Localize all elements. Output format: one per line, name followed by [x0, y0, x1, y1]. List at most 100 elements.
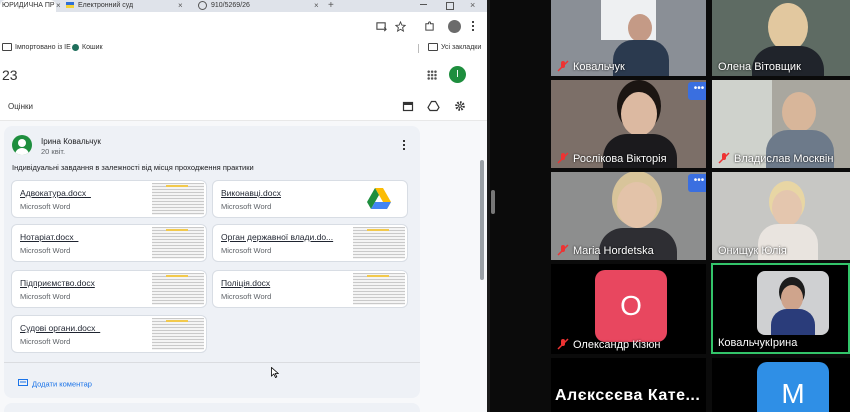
tab-active[interactable]: ЮРИДИЧНА ПР — [0, 0, 56, 12]
page-title: 23 — [2, 67, 18, 83]
bookmark-trash[interactable]: Кошик — [72, 42, 103, 54]
mouse-cursor-icon — [271, 367, 279, 378]
attachment-title: Орган державної влади.do... — [221, 232, 334, 242]
participant-body — [771, 309, 815, 335]
install-app-icon[interactable] — [376, 21, 387, 32]
attachment-card[interactable]: Поліція.docx Microsoft Word — [212, 270, 408, 308]
participant-face — [621, 92, 657, 136]
more-options-button[interactable]: ••• — [688, 174, 706, 192]
user-avatar[interactable]: I — [449, 66, 466, 83]
document-thumbnail — [152, 318, 204, 350]
site-favicon-icon — [72, 43, 79, 51]
participant-initial-avatar: O — [595, 270, 667, 342]
next-post-edge — [4, 403, 420, 412]
muted-mic-icon — [557, 338, 569, 350]
post-author: Ірина Ковальчук — [41, 137, 101, 146]
address-bar-row — [0, 12, 487, 40]
attachment-card[interactable]: Нотаріат.docx_ Microsoft Word — [11, 224, 207, 262]
document-thumbnail — [353, 183, 405, 215]
announcement-post: Ірина Ковальчук 20 квіт. Індивідуальні з… — [4, 126, 420, 398]
author-avatar — [12, 135, 32, 155]
participant-tile[interactable]: ••• Рослікова Вікторія — [551, 80, 706, 168]
divider — [418, 44, 419, 53]
classroom-header: 23 I — [0, 56, 487, 96]
attachment-card[interactable]: Судові органи.docx_ Microsoft Word — [11, 315, 207, 353]
post-menu-icon[interactable] — [403, 140, 405, 150]
participant-initial-avatar: M — [757, 362, 829, 412]
more-options-button[interactable]: ••• — [688, 82, 706, 100]
extensions-icon[interactable] — [424, 21, 435, 32]
attachment-title: Підприємство.docx — [20, 278, 95, 288]
participant-name: Maria Hordetska — [573, 245, 654, 257]
participant-tile[interactable]: Алєксєєва Кате... — [551, 358, 706, 412]
muted-mic-icon — [718, 152, 730, 164]
ukraine-flag-icon — [66, 2, 74, 9]
restore-icon[interactable] — [446, 2, 454, 10]
document-thumbnail — [353, 273, 405, 305]
muted-mic-icon — [557, 60, 569, 72]
participant-tile[interactable]: Онищук Юлія — [712, 172, 850, 260]
attachment-card[interactable]: Підприємство.docx Microsoft Word — [11, 270, 207, 308]
comment-icon — [18, 379, 28, 387]
participant-tile[interactable]: O Олександр Кізюн — [551, 264, 706, 354]
new-tab-button[interactable]: + — [328, 0, 334, 12]
attachment-type: Microsoft Word — [221, 292, 272, 301]
attachment-card[interactable]: Виконавці.docx Microsoft Word — [212, 180, 408, 218]
participant-video — [757, 271, 829, 335]
attachment-card[interactable]: Орган державної влади.do... Microsoft Wo… — [212, 224, 408, 262]
tab-grades[interactable]: Оцінки — [8, 102, 33, 111]
avatar-letter: M — [781, 378, 805, 409]
participant-tile[interactable]: Ковальчук — [551, 0, 706, 76]
bookmark-label: Імпортовано із IE — [15, 44, 71, 51]
split-handle[interactable] — [491, 190, 495, 214]
bookmark-star-icon[interactable] — [395, 21, 406, 32]
folder-icon — [2, 43, 12, 52]
tab-label: ЮРИДИЧНА ПР — [2, 2, 55, 9]
tab-case-number[interactable]: 910/5269/26 — [198, 0, 318, 12]
participant-tile-active-speaker[interactable]: КовальчукІрина — [711, 263, 850, 354]
participant-tile[interactable]: Владислав Москвін — [712, 80, 850, 168]
participant-face — [617, 182, 657, 228]
add-comment-button[interactable]: Додати коментар — [18, 375, 92, 393]
participant-name: Онищук Юлія — [718, 245, 787, 257]
settings-gear-icon[interactable] — [454, 100, 466, 112]
tab-electronic-court[interactable]: Електронний суд — [66, 0, 186, 12]
scrollbar-thumb[interactable] — [480, 160, 484, 280]
attachment-type: Microsoft Word — [20, 202, 71, 211]
participant-face — [628, 14, 652, 42]
menu-dots-icon[interactable] — [472, 21, 474, 32]
calendar-icon[interactable] — [402, 100, 414, 112]
attachment-title: Поліція.docx — [221, 278, 271, 288]
attachment-type: Microsoft Word — [20, 246, 71, 255]
tab-close-icon[interactable]: × — [56, 0, 61, 12]
participant-name-large: Алєксєєва Кате... — [555, 387, 701, 404]
attachment-title: Судові органи.docx_ — [20, 323, 101, 333]
google-drive-icon — [367, 188, 391, 209]
tab-label: Електронний суд — [78, 2, 134, 9]
drive-folder-icon[interactable] — [427, 100, 440, 112]
muted-mic-icon — [557, 152, 569, 164]
bookmark-imported[interactable]: Імпортовано із IE — [2, 42, 71, 54]
participant-tile[interactable]: ••• Maria Hordetska — [551, 172, 706, 260]
document-thumbnail — [353, 227, 405, 259]
participant-face — [781, 285, 803, 311]
close-window-icon[interactable]: × — [470, 0, 475, 10]
attachment-card[interactable]: Адвокатура.docx_ Microsoft Word — [11, 180, 207, 218]
attachment-title: Адвокатура.docx_ — [20, 188, 91, 198]
post-date: 20 квіт. — [41, 147, 66, 156]
participant-tile[interactable]: Олена Вітовщик — [712, 0, 850, 76]
tab-label: 910/5269/26 — [211, 2, 250, 9]
globe-icon — [198, 0, 207, 10]
bookmark-all[interactable]: Усі закладки — [428, 42, 481, 54]
participant-tile[interactable]: M — [712, 358, 850, 412]
tab-strip: ЮРИДИЧНА ПР × Електронний суд × 910/5269… — [0, 0, 487, 12]
window-divider — [487, 0, 490, 412]
minimize-icon[interactable] — [420, 4, 427, 5]
tab-close-icon[interactable]: × — [178, 0, 183, 12]
tab-close-icon[interactable]: × — [314, 0, 319, 12]
classroom-subnav: Оцінки — [0, 96, 487, 121]
apps-grid-icon[interactable] — [427, 70, 437, 80]
participant-face — [782, 92, 816, 132]
browser-window: ЮРИДИЧНА ПР × Електронний суд × 910/5269… — [0, 0, 487, 412]
profile-avatar[interactable] — [448, 20, 461, 33]
